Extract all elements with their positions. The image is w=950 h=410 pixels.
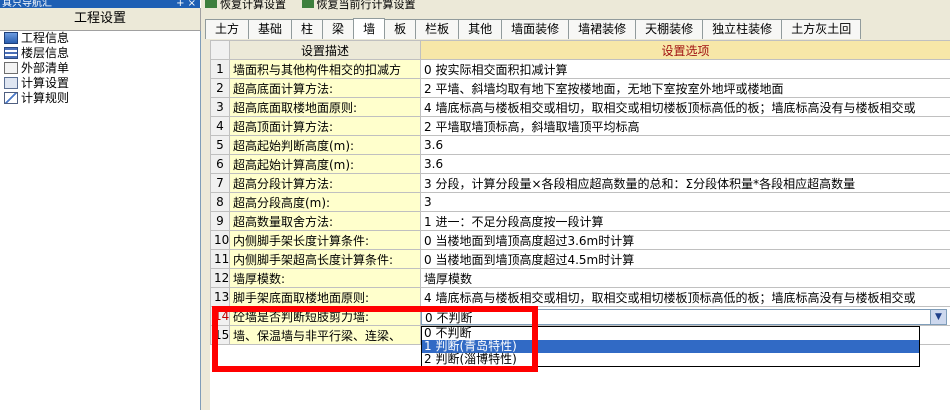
- floor-icon: [4, 47, 18, 59]
- row-option-value[interactable]: 2 平墙取墙顶标高，斜墙取墙顶平均标高: [420, 116, 950, 136]
- grid-corner: [210, 40, 230, 60]
- row-option-value[interactable]: 3.6: [420, 135, 950, 155]
- nav-header: 工程设置: [0, 8, 201, 31]
- table-row[interactable]: 12 墙厚模数: 墙厚模数: [210, 268, 950, 288]
- row-option-value[interactable]: 0 按实际相交面积扣减计算: [420, 59, 950, 79]
- restore-calc-button[interactable]: 恢复计算设置: [205, 0, 286, 11]
- row-description: 超高分段高度(m):: [229, 192, 421, 212]
- row-number: 13: [210, 287, 230, 307]
- restore-row-label: 恢复当前行计算设置: [316, 0, 416, 11]
- nav-panel-titlebar: 真只导航汇 + ×: [0, 0, 200, 8]
- row-option-value[interactable]: 3 分段，计算分段量×各段相应超高数量的总和：Σ分段体积量*各段相应超高数量: [420, 173, 950, 193]
- row-description: 墙面积与其他构件相交的扣减方: [229, 59, 421, 79]
- row-description: 超高起始判断高度(m):: [229, 135, 421, 155]
- table-row[interactable]: 5 超高起始判断高度(m): 3.6: [210, 135, 950, 155]
- tab-1[interactable]: 基础: [248, 19, 293, 39]
- row-description: 超高起始计算高度(m):: [229, 154, 421, 174]
- row-description: 超高分段计算方法:: [229, 173, 421, 193]
- row-description: 内侧脚手架超高长度计算条件:: [229, 249, 421, 269]
- nav-item-4[interactable]: 计算规则: [0, 91, 200, 106]
- nav-item-1[interactable]: 楼层信息: [0, 46, 200, 61]
- tab-8[interactable]: 墙面装修: [501, 19, 570, 39]
- restore-calc-label: 恢复计算设置: [220, 0, 286, 11]
- table-row[interactable]: 6 超高起始计算高度(m): 3.6: [210, 154, 950, 174]
- annotation-highlight-box: [212, 306, 538, 372]
- row-option-value[interactable]: 2 平墙、斜墙均取有地下室按楼地面，无地下室按室外地坪或楼地面: [420, 78, 950, 98]
- nav-item-3[interactable]: 计算设置: [0, 76, 200, 91]
- row-option-value[interactable]: 3: [420, 192, 950, 212]
- row-number: 11: [210, 249, 230, 269]
- row-number: 6: [210, 154, 230, 174]
- row-number: 10: [210, 230, 230, 250]
- row-option-value[interactable]: 墙厚模数: [420, 268, 950, 288]
- row-number: 7: [210, 173, 230, 193]
- tab-6[interactable]: 栏板: [415, 19, 460, 39]
- row-number: 1: [210, 59, 230, 79]
- table-row[interactable]: 4 超高顶面计算方法: 2 平墙取墙顶标高，斜墙取墙顶平均标高: [210, 116, 950, 136]
- tab-5[interactable]: 板: [384, 19, 417, 39]
- nav-item-label: 工程信息: [21, 31, 70, 45]
- row-description: 脚手架底面取楼地面原则:: [229, 287, 421, 307]
- tab-7[interactable]: 其他: [458, 19, 503, 39]
- nav-item-label: 楼层信息: [21, 46, 70, 60]
- row-option-value[interactable]: 0 当楼地面到墙顶高度超过4.5m时计算: [420, 249, 950, 269]
- tab-10[interactable]: 天棚装修: [635, 19, 704, 39]
- table-row[interactable]: 1 墙面积与其他构件相交的扣减方 0 按实际相交面积扣减计算: [210, 59, 950, 79]
- row-number: 4: [210, 116, 230, 136]
- table-row[interactable]: 13 脚手架底面取楼地面原则: 4 墙底标高与楼板相交或相切，取相交或相切楼板顶标高…: [210, 287, 950, 307]
- row-description: 超高顶面计算方法:: [229, 116, 421, 136]
- row-option-value[interactable]: 4 墙底标高与楼板相交或相切，取相交或相切楼板顶标高低的板；墙底标高没有与楼板相…: [420, 287, 950, 307]
- row-number: 12: [210, 268, 230, 288]
- column-header-desc: 设置描述: [229, 40, 421, 60]
- column-header-option: 设置选项: [420, 40, 950, 60]
- tab-2[interactable]: 柱: [291, 19, 324, 39]
- row-option-value[interactable]: 3.6: [420, 154, 950, 174]
- tab-12[interactable]: 土方灰土回: [781, 19, 862, 39]
- table-row[interactable]: 11 内侧脚手架超高长度计算条件: 0 当楼地面到墙顶高度超过4.5m时计算: [210, 249, 950, 269]
- calc-icon: [4, 77, 18, 89]
- row-option-value[interactable]: 0 当楼地面到墙顶高度超过3.6m时计算: [420, 230, 950, 250]
- restore-row-button[interactable]: 恢复当前行计算设置: [301, 0, 416, 11]
- tab-9[interactable]: 墙裙装修: [568, 19, 637, 39]
- nav-item-label: 计算规则: [21, 91, 70, 105]
- nav-item-0[interactable]: 工程信息: [0, 31, 200, 46]
- toolbar: 恢复计算设置 恢复当前行计算设置: [205, 0, 428, 11]
- restore-icon: [205, 0, 217, 8]
- row-description: 超高底面计算方法:: [229, 78, 421, 98]
- table-row[interactable]: 10 内侧脚手架长度计算条件: 0 当楼地面到墙顶高度超过3.6m时计算: [210, 230, 950, 250]
- nav-panel-buttons[interactable]: + ×: [176, 0, 196, 8]
- row-number: 2: [210, 78, 230, 98]
- row-description: 墙厚模数:: [229, 268, 421, 288]
- rule-icon: [4, 92, 18, 104]
- table-row[interactable]: 7 超高分段计算方法: 3 分段，计算分段量×各段相应超高数量的总和：Σ分段体积量*…: [210, 173, 950, 193]
- row-option-value[interactable]: 4 墙底标高与楼板相交或相切，取相交或相切楼板顶标高低的板；墙底标高没有与楼板相…: [420, 97, 950, 117]
- restore-icon: [301, 0, 314, 8]
- row-number: 5: [210, 135, 230, 155]
- tab-0[interactable]: 土方: [205, 19, 250, 39]
- row-option-value[interactable]: 1 进一：不足分段高度按一段计算: [420, 211, 950, 231]
- table-row[interactable]: 8 超高分段高度(m): 3: [210, 192, 950, 212]
- row-number: 8: [210, 192, 230, 212]
- info-icon: [4, 32, 18, 44]
- row-description: 超高底面取楼地面原则:: [229, 97, 421, 117]
- nav-item-label: 外部清单: [21, 61, 70, 75]
- table-row[interactable]: 2 超高底面计算方法: 2 平墙、斜墙均取有地下室按楼地面，无地下室按室外地坪或楼地…: [210, 78, 950, 98]
- row-description: 超高数量取舍方法:: [229, 211, 421, 231]
- table-row[interactable]: 9 超高数量取舍方法: 1 进一：不足分段高度按一段计算: [210, 211, 950, 231]
- table-row[interactable]: 3 超高底面取楼地面原则: 4 墙底标高与楼板相交或相切，取相交或相切楼板顶标高低的…: [210, 97, 950, 117]
- nav-item-2[interactable]: 外部清单: [0, 61, 200, 76]
- component-tabs: 土方 基础柱梁墙板栏板 其他 墙面装修 墙裙装修 天棚装修 独立柱装修 土方灰土回: [205, 17, 950, 39]
- tab-3[interactable]: 梁: [322, 19, 355, 39]
- chevron-down-icon[interactable]: ▼: [930, 310, 946, 324]
- nav-item-label: 计算设置: [21, 76, 70, 90]
- tab-4[interactable]: 墙: [353, 18, 386, 39]
- list-icon: [4, 62, 18, 74]
- nav-panel-title: 真只导航汇: [2, 0, 52, 8]
- row-number: 9: [210, 211, 230, 231]
- row-number: 3: [210, 97, 230, 117]
- nav-tree: 工程信息 楼层信息 外部清单 计算设置 计算规则: [0, 31, 201, 410]
- tab-11[interactable]: 独立柱装修: [702, 19, 783, 39]
- row-description: 内侧脚手架长度计算条件:: [229, 230, 421, 250]
